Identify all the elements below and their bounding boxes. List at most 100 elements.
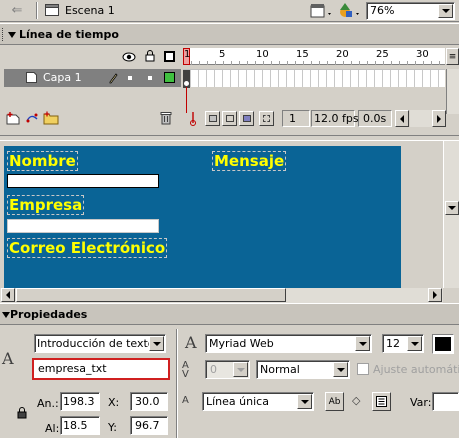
center-frame-icon[interactable]	[188, 111, 198, 127]
properties-header[interactable]: Propiedades	[0, 303, 459, 325]
width-field[interactable]: 198.3	[60, 392, 100, 411]
frame-number: 5	[219, 49, 226, 60]
chevron-down-icon[interactable]	[355, 336, 370, 351]
scene-icon	[45, 4, 59, 16]
x-field[interactable]: 30.0	[130, 392, 168, 411]
chevron-down-icon[interactable]	[438, 4, 453, 18]
current-frame: 1	[282, 110, 310, 127]
kerning-select[interactable]: Normal	[256, 360, 350, 379]
trash-icon[interactable]	[160, 111, 172, 125]
scroll-right-button[interactable]	[432, 110, 446, 127]
timeline-hscroll[interactable]	[410, 110, 432, 127]
scene-name[interactable]: Escena 1	[65, 4, 115, 17]
onion-markers-button[interactable]	[259, 111, 274, 126]
empresa-input[interactable]	[7, 219, 159, 233]
chevron-down-icon[interactable]	[149, 336, 164, 351]
font-size-field[interactable]: 12	[382, 334, 424, 353]
font-select[interactable]: Myriad Web	[205, 334, 372, 353]
var-field[interactable]	[432, 392, 459, 411]
tracking-field: 0	[205, 360, 250, 379]
chevron-down-icon[interactable]	[333, 362, 348, 377]
visibility-dot-icon[interactable]	[128, 76, 132, 80]
edit-multiple-frames-button[interactable]	[239, 111, 254, 126]
lock-icon[interactable]	[17, 407, 27, 419]
text-tool-icon: A	[2, 349, 14, 368]
frame-rate[interactable]: 12.0 fps	[311, 110, 359, 127]
tracking-icon: AV	[182, 360, 189, 380]
properties-panel: Propiedades A Introducción de texto empr…	[0, 303, 459, 438]
label-empresa[interactable]: Empresa	[7, 195, 85, 215]
elapsed-time: 0.0s	[358, 110, 392, 127]
chevron-down-icon[interactable]	[407, 336, 422, 351]
add-folder-icon[interactable]	[43, 111, 59, 125]
grip-icon[interactable]	[2, 28, 6, 41]
panel-divider	[176, 329, 178, 438]
stage-vscroll[interactable]	[443, 141, 459, 288]
chevron-down-icon[interactable]	[297, 394, 312, 409]
collapse-triangle-icon[interactable]	[2, 312, 10, 318]
var-label: Var:	[410, 396, 432, 409]
timeline-panel: Línea de tiempo 1 5 10 15 20 25 30 ≡ Cap…	[0, 23, 459, 135]
divider	[36, 2, 38, 19]
add-guide-layer-icon[interactable]	[25, 111, 39, 125]
layer-row[interactable]: Capa 1	[4, 69, 181, 87]
font-icon: A	[185, 333, 197, 352]
scroll-left-icon[interactable]	[1, 288, 15, 302]
instance-name-field[interactable]: empresa_txt	[32, 358, 170, 380]
text-color-swatch[interactable]	[432, 334, 454, 354]
show-border-button[interactable]	[372, 392, 391, 411]
layer-frames[interactable]	[183, 69, 445, 88]
frame-number: 15	[296, 49, 309, 60]
height-label: Al:	[45, 422, 60, 435]
auto-kern-label: Ajuste automático	[373, 363, 459, 376]
onion-outline-button[interactable]	[222, 111, 237, 126]
y-field[interactable]: 96.7	[130, 416, 168, 435]
timeline-menu-button[interactable]: ≡	[446, 48, 459, 65]
stage-hscroll[interactable]	[0, 288, 443, 303]
html-icon[interactable]: ◇	[352, 394, 360, 407]
outline-icon[interactable]	[164, 51, 175, 62]
outline-color-icon[interactable]	[164, 72, 175, 83]
add-layer-icon[interactable]	[6, 111, 20, 125]
x-label: X:	[108, 396, 120, 409]
scroll-right-icon[interactable]	[428, 288, 442, 302]
label-correo[interactable]: Correo Electrónico	[7, 238, 168, 258]
timeline-title: Línea de tiempo	[19, 28, 119, 41]
scroll-left-button[interactable]	[395, 110, 409, 127]
alignment-icon: A	[182, 395, 189, 406]
text-type-select[interactable]: Introducción de texto	[34, 334, 166, 353]
collapse-triangle-icon[interactable]	[8, 32, 16, 38]
frame-number: 25	[376, 49, 389, 60]
y-label: Y:	[108, 421, 117, 434]
onion-skin-button[interactable]	[205, 111, 220, 126]
back-arrow-icon[interactable]: ⇐	[6, 2, 28, 19]
pencil-icon	[109, 72, 119, 84]
height-field[interactable]: 18.5	[60, 416, 100, 435]
edit-scene-icon[interactable]	[308, 1, 334, 21]
zoom-select[interactable]: 76%	[366, 2, 455, 20]
eye-icon[interactable]	[122, 52, 136, 62]
label-nombre[interactable]: Nombre	[7, 151, 78, 171]
scroll-down-button[interactable]	[445, 201, 459, 215]
keyframe[interactable]	[183, 70, 190, 88]
scene-bar: ⇐ Escena 1 76%	[0, 0, 459, 22]
frame-number: 30	[416, 49, 429, 60]
timeline-header[interactable]: Línea de tiempo	[0, 23, 459, 45]
label-mensaje[interactable]: Mensaje	[212, 151, 287, 171]
scroll-thumb[interactable]	[16, 288, 286, 302]
frame-number: 20	[336, 49, 349, 60]
timeline-toolbar: 1 12.0 fps 0.0s	[0, 107, 459, 131]
selectable-text-button[interactable]: Ab	[325, 392, 344, 411]
stage-area: Nombre Mensaje Empresa Correo Electrónic…	[0, 141, 459, 303]
lock-icon[interactable]	[145, 50, 155, 62]
edit-symbol-icon[interactable]	[336, 1, 362, 21]
layer-icon	[26, 72, 37, 83]
properties-title: Propiedades	[10, 308, 88, 321]
nombre-input[interactable]	[7, 174, 159, 188]
layer-name[interactable]: Capa 1	[43, 71, 82, 84]
chevron-down-icon	[233, 362, 248, 377]
auto-kern-checkbox[interactable]	[357, 363, 369, 375]
stage[interactable]: Nombre Mensaje Empresa Correo Electrónic…	[4, 146, 401, 288]
line-type-select[interactable]: Línea única	[202, 392, 314, 411]
lock-dot-icon[interactable]	[148, 76, 152, 80]
